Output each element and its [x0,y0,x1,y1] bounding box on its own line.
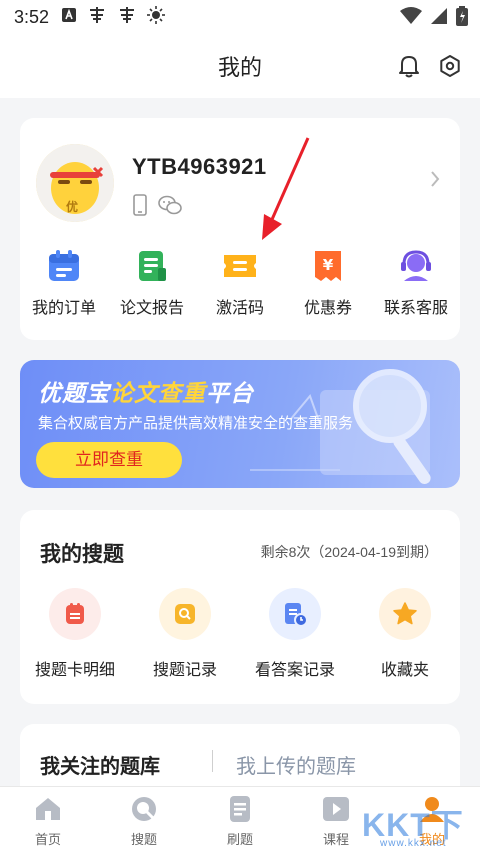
banner-title: 优题宝论文查重平台 [38,374,254,408]
quick-action-reports[interactable]: 论文报告 [108,246,196,318]
quick-action-label: 论文报告 [119,300,184,317]
banner-title-highlight: 论文查重 [110,380,206,406]
tab-uploaded-banks[interactable]: 我上传的题库 [236,750,356,779]
shortcut-label: 搜题记录 [152,662,217,679]
answer-record[interactable]: 看答案记录 [240,588,350,680]
wechat-icon[interactable] [158,194,182,221]
plagiarism-check-banner[interactable]: 优题宝论文查重平台 集合权威官方产品提供高效精准安全的查重服务 立即查重 [20,360,460,488]
headset-service-icon [372,246,460,286]
nav-home[interactable]: 首页 [0,787,96,853]
practice-doc-icon [192,795,288,823]
status-time: 3:52 [14,6,50,27]
quick-action-coupons[interactable]: ¥ 优惠券 [284,246,372,318]
gear-icon[interactable] [438,54,462,83]
calendar-order-icon [20,246,108,286]
search-record[interactable]: 搜题记录 [130,588,240,680]
app-notification-icon [117,6,137,29]
shortcut-label: 收藏夹 [380,662,429,679]
shortcut-label: 搜题卡明细 [34,662,115,679]
profile-card[interactable]: 优 YTB4963921 我的订单 论文报告 激活码 ¥ 优惠券 联系客服 [20,118,460,340]
avatar-badge: 优 [66,200,79,214]
quick-action-customer-service[interactable]: 联系客服 [372,246,460,318]
chevron-right-icon[interactable] [430,170,440,193]
signal-icon [430,7,448,30]
status-bar: 3:52 [0,0,480,34]
section-title: 我的搜题 [40,543,124,566]
remaining-count: 剩余8次（2024-04-19到期） [260,544,438,560]
quick-action-orders[interactable]: 我的订单 [20,246,108,318]
check-now-button[interactable]: 立即查重 [36,442,182,478]
banner-title-suffix: 平台 [206,380,254,406]
nav-label: 首页 [34,832,61,847]
favorite-star-icon [379,588,431,640]
coupon-yen-icon: ¥ [284,246,372,286]
nav-search[interactable]: 搜题 [96,787,192,853]
search-tab-icon [96,795,192,823]
quick-action-label: 我的订单 [31,300,96,317]
search-card-detail[interactable]: 搜题卡明细 [20,588,130,680]
quick-action-activation-code[interactable]: 激活码 [196,246,284,318]
quick-actions: 我的订单 论文报告 激活码 ¥ 优惠券 联系客服 [20,246,460,318]
quick-action-label: 优惠券 [303,300,352,317]
site-watermark: KKT下载 www.kkx.net [362,800,480,853]
username: YTB4963921 [132,154,267,179]
app-notification-icon [87,6,107,29]
font-a-icon [61,7,77,28]
nav-label: 搜题 [130,832,157,847]
search-shortcuts: 搜题卡明细 搜题记录 看答案记录 收藏夹 [20,588,460,680]
banner-subtitle: 集合权威官方产品提供高效精准安全的查重服务 [38,415,354,432]
watermark-url: www.kkx.net [380,838,447,849]
report-doc-icon [108,246,196,286]
my-search-card: 我的搜题 剩余8次（2024-04-19到期） 搜题卡明细 搜题记录 看答案记录… [20,510,460,704]
battery-icon [456,6,468,31]
tab-followed-banks[interactable]: 我关注的题库 [40,750,160,779]
answer-record-icon [269,588,321,640]
banner-title-prefix: 优题宝 [38,380,110,406]
top-app-bar: 我的 [0,34,480,98]
nav-label: 刷题 [226,832,253,847]
avatar[interactable]: 优 [36,144,114,222]
shortcut-label: 看答案记录 [254,662,335,679]
ticket-code-icon [196,246,284,286]
phone-icon[interactable] [132,194,148,221]
brightness-icon [147,5,166,29]
quick-action-label: 联系客服 [383,300,448,317]
annotation-arrow [262,137,310,240]
search-record-icon [159,588,211,640]
svg-text:¥: ¥ [323,256,334,274]
tab-divider [212,750,213,772]
quick-action-label: 激活码 [215,300,264,317]
bell-icon[interactable] [398,54,420,83]
wifi-icon [400,7,422,30]
favorites[interactable]: 收藏夹 [350,588,460,680]
nav-practice[interactable]: 刷题 [192,787,288,853]
home-icon [0,795,96,823]
account-bindings [132,194,182,221]
card-detail-icon [49,588,101,640]
